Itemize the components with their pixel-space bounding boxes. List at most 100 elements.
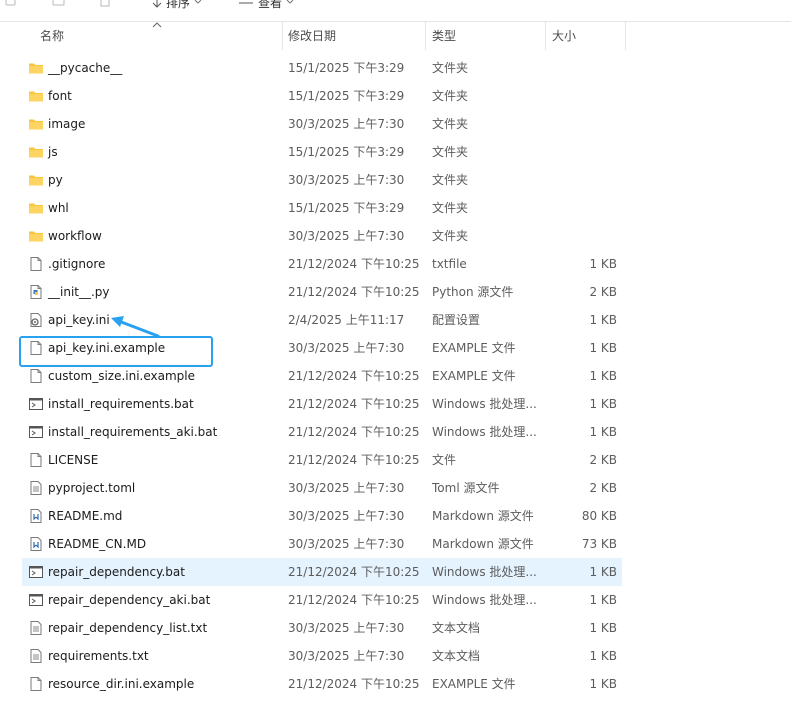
file-row[interactable]: whl 15/1/2025 下午3:29 文件夹 [22, 194, 622, 222]
folder-icon [28, 200, 44, 216]
file-type: EXAMPLE 文件 [432, 341, 516, 355]
folder-icon [28, 88, 44, 104]
file-date: 30/3/2025 上午7:30 [288, 649, 405, 663]
file-type: Markdown 源文件 [432, 509, 534, 523]
column-separator[interactable] [625, 22, 626, 50]
file-size: 1 KB [589, 257, 617, 271]
column-header-type[interactable]: 类型 [424, 22, 544, 50]
file-row[interactable]: __pycache__ 15/1/2025 下午3:29 文件夹 [22, 54, 622, 82]
file-type: Windows 批处理... [432, 425, 537, 439]
file-size: 80 KB [581, 509, 617, 523]
file-row[interactable]: font 15/1/2025 下午3:29 文件夹 [22, 82, 622, 110]
blank-file-icon [28, 452, 44, 468]
file-row[interactable]: image 30/3/2025 上午7:30 文件夹 [22, 110, 622, 138]
file-type: Markdown 源文件 [432, 537, 534, 551]
markdown-file-icon [28, 536, 44, 552]
file-type: Python 源文件 [432, 285, 514, 299]
batch-file-icon [28, 396, 44, 412]
file-size: 1 KB [589, 593, 617, 607]
text-file-icon [28, 648, 44, 664]
file-type: 文件夹 [432, 173, 469, 187]
sort-label: 排序 [166, 0, 191, 10]
file-row[interactable]: repair_dependency.bat 21/12/2024 下午10:25 W… [22, 558, 622, 586]
file-type: EXAMPLE 文件 [432, 677, 516, 691]
file-type: Toml 源文件 [432, 481, 500, 495]
file-date: 21/12/2024 下午10:25 [288, 677, 420, 691]
file-type: 文件夹 [432, 201, 469, 215]
view-label: 查看 [258, 0, 283, 10]
file-size: 1 KB [589, 565, 617, 579]
share-icon[interactable] [52, 0, 66, 7]
column-header-date[interactable]: 修改日期 [280, 22, 425, 50]
blank-file-icon [28, 368, 44, 384]
file-type: txtfile [432, 257, 467, 271]
file-type: 文件夹 [432, 89, 469, 103]
file-name: image [48, 117, 86, 131]
file-row[interactable]: js 15/1/2025 下午3:29 文件夹 [22, 138, 622, 166]
file-name: repair_dependency_aki.bat [48, 593, 211, 607]
file-type: 配置设置 [432, 313, 481, 327]
file-row[interactable]: resource_dir.ini.example 21/12/2024 下午10:… [22, 670, 622, 698]
file-name: install_requirements.bat [48, 397, 194, 411]
file-type: 文件夹 [432, 145, 469, 159]
file-name: __init__.py [48, 285, 110, 299]
command-bar: 排序 查看 ··· [0, 0, 791, 20]
file-size: 1 KB [589, 397, 617, 411]
file-date: 30/3/2025 上午7:30 [288, 341, 405, 355]
file-row[interactable]: README.md 30/3/2025 上午7:30 Markdown 源文件 80 … [22, 502, 622, 530]
file-date: 30/3/2025 上午7:30 [288, 173, 405, 187]
file-name: repair_dependency_list.txt [48, 621, 208, 635]
file-type: 文本文档 [432, 621, 481, 635]
file-name: __pycache__ [48, 61, 123, 75]
file-date: 21/12/2024 下午10:25 [288, 453, 420, 467]
file-date: 30/3/2025 上午7:30 [288, 229, 405, 243]
file-size: 2 KB [589, 285, 617, 299]
folder-icon [28, 60, 44, 76]
file-row[interactable]: py 30/3/2025 上午7:30 文件夹 [22, 166, 622, 194]
file-name: py [48, 173, 63, 187]
file-name: repair_dependency.bat [48, 565, 185, 579]
file-name: workflow [48, 229, 102, 243]
file-size: 1 KB [589, 425, 617, 439]
file-type: 文件夹 [432, 61, 469, 75]
file-type: Windows 批处理... [432, 593, 537, 607]
file-row[interactable]: LICENSE 21/12/2024 下午10:25 文件 2 KB [22, 446, 622, 474]
column-header-size[interactable]: 大小 [544, 22, 624, 50]
file-size: 1 KB [589, 341, 617, 355]
column-header-name[interactable]: 名称 [32, 22, 282, 50]
chevron-down-icon [194, 0, 202, 4]
file-date: 30/3/2025 上午7:30 [288, 537, 405, 551]
file-row[interactable]: .gitignore 21/12/2024 下午10:25 txtfile 1 KB [22, 250, 622, 278]
file-row[interactable]: install_requirements.bat 21/12/2024 下午10:… [22, 390, 622, 418]
file-row[interactable]: README_CN.MD 30/3/2025 上午7:30 Markdown 源文件… [22, 530, 622, 558]
view-button[interactable]: 查看 [238, 0, 294, 12]
file-type: EXAMPLE 文件 [432, 369, 516, 383]
more-options-button[interactable]: ··· [330, 0, 349, 6]
file-size: 1 KB [589, 677, 617, 691]
delete-icon[interactable] [98, 0, 112, 7]
view-icon [239, 2, 253, 4]
copy-icon[interactable] [4, 0, 18, 7]
file-date: 21/12/2024 下午10:25 [288, 257, 420, 271]
sort-button[interactable]: 排序 [152, 0, 202, 12]
folder-icon [28, 172, 44, 188]
folder-icon [28, 144, 44, 160]
file-row[interactable]: pyproject.toml 30/3/2025 上午7:30 Toml 源文件 2 … [22, 474, 622, 502]
file-name: api_key.ini [48, 313, 110, 327]
file-size: 1 KB [589, 649, 617, 663]
highlight-annotation-box [19, 336, 213, 367]
text-file-icon [28, 620, 44, 636]
file-row[interactable]: workflow 30/3/2025 上午7:30 文件夹 [22, 222, 622, 250]
file-row[interactable]: repair_dependency_aki.bat 21/12/2024 下午10… [22, 586, 622, 614]
file-type: 文本文档 [432, 649, 481, 663]
file-name: font [48, 89, 72, 103]
file-name: pyproject.toml [48, 481, 136, 495]
file-row[interactable]: requirements.txt 30/3/2025 上午7:30 文本文档 1 KB [22, 642, 622, 670]
chevron-down-icon [286, 0, 294, 4]
file-row[interactable]: install_requirements_aki.bat 21/12/2024 下… [22, 418, 622, 446]
batch-file-icon [28, 564, 44, 580]
file-row[interactable]: repair_dependency_list.txt 30/3/2025 上午7:… [22, 614, 622, 642]
file-type: 文件夹 [432, 117, 469, 131]
file-name: whl [48, 201, 69, 215]
file-row[interactable]: __init__.py 21/12/2024 下午10:25 Python 源文件 2… [22, 278, 622, 306]
